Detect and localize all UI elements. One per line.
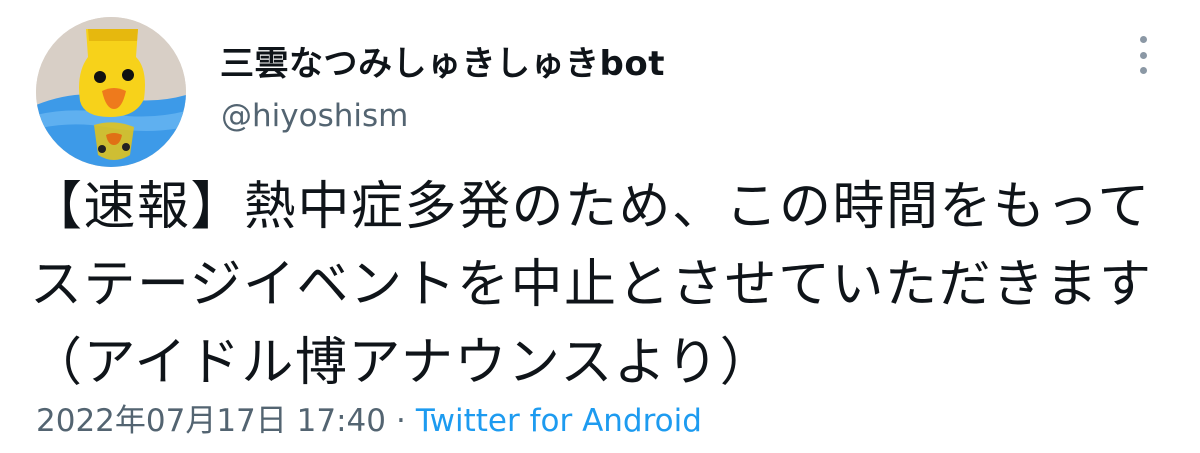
more-vertical-icon[interactable] [1128,28,1158,82]
source-link[interactable]: Twitter for Android [416,403,702,439]
avatar[interactable] [36,17,186,167]
duck-avatar-image [36,17,186,167]
timestamp[interactable]: 2022年07月17日 17:40 [36,403,386,439]
more-dot [1139,67,1147,74]
tweet-text: 【速報】熱中症多発のため、この時間をもってステージイベントを中止とさせていただき… [30,177,1153,393]
more-dot [1139,36,1147,43]
user-handle[interactable]: @hiyoshism [221,98,408,134]
display-name[interactable]: 三雲なつみしゅきしゅきbot [220,36,665,85]
tweet-card: 三雲なつみしゅきしゅきbot @hiyoshism 【速報】熱中症多発のため、こ… [0,0,1200,453]
meta-separator: · [395,403,406,439]
more-dot [1139,51,1147,59]
tweet-meta: 2022年07月17日 17:40 · Twitter for Android [36,395,702,440]
